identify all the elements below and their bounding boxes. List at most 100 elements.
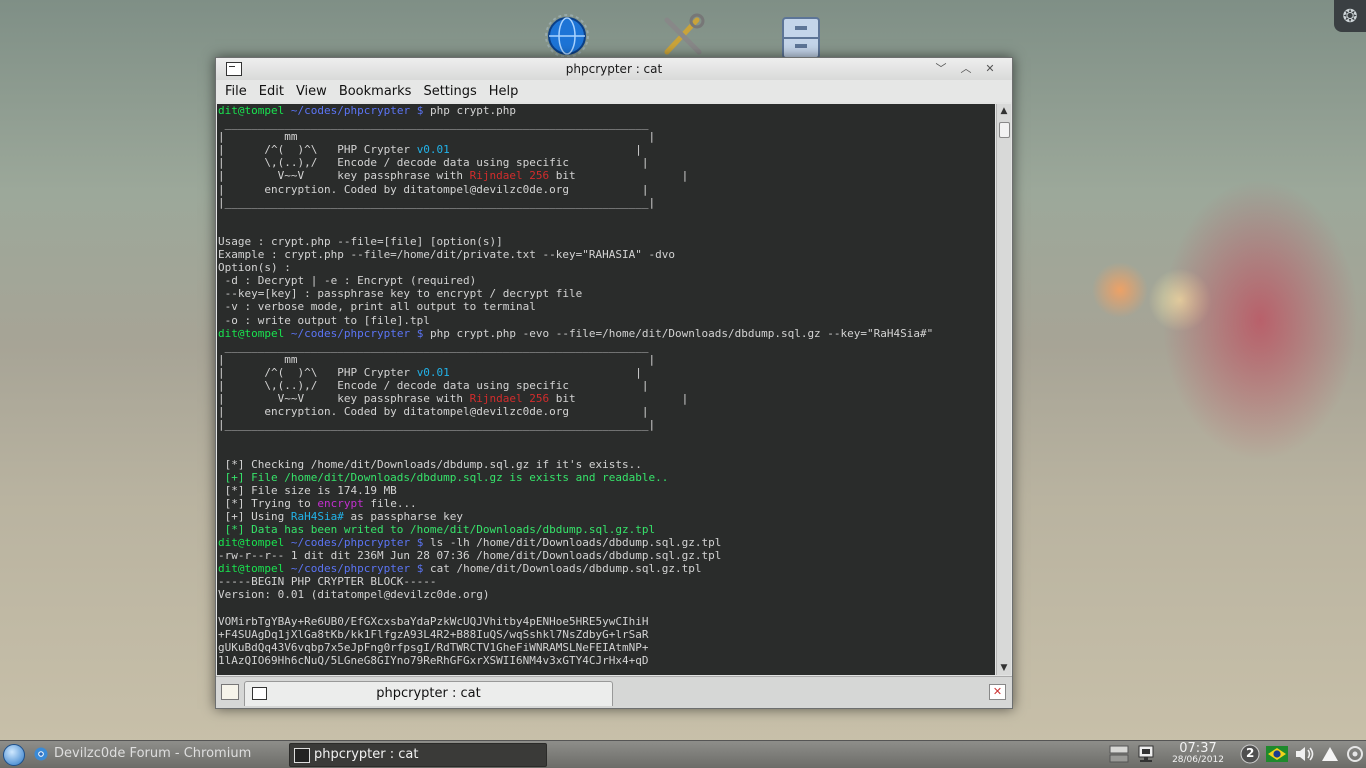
minimize-button[interactable]: ﹀ bbox=[932, 61, 950, 76]
cashew-icon[interactable]: ❂ bbox=[1334, 0, 1366, 32]
banner-line: | \,(..),/ Encode / decode data using sp… bbox=[218, 156, 649, 170]
cat-output-line: VOMirbTgYBAy+Re6UB0/EfGXcxsbaYdaPzkWcUQJ… bbox=[218, 614, 649, 628]
ls-output: -rw-r--r-- 1 dit dit 236M Jun 28 07:36 /… bbox=[218, 549, 722, 563]
menubar: File Edit View Bookmarks Settings Help bbox=[216, 80, 1012, 102]
usage-line: Option(s) : bbox=[218, 261, 291, 275]
menu-view[interactable]: View bbox=[290, 84, 333, 99]
status-checking: [*] Checking /home/dit/Downloads/dbdump.… bbox=[218, 457, 642, 471]
tools-icon[interactable] bbox=[659, 12, 707, 58]
task-konsole[interactable]: phpcrypter : cat bbox=[289, 743, 547, 767]
status-exists: [+] File /home/dit/Downloads/dbdump.sql.… bbox=[218, 470, 669, 484]
banner-line: | V~~V key passphrase with bbox=[218, 169, 470, 183]
status-size: [*] File size is 174.19 MB bbox=[218, 483, 397, 497]
banner-line: | \,(..),/ Encode / decode data using sp… bbox=[218, 378, 649, 392]
banner-line: | /^( )^\ PHP Crypter bbox=[218, 143, 417, 157]
prompt-user: dit@tompel bbox=[218, 104, 285, 117]
menu-file[interactable]: File bbox=[219, 84, 253, 99]
banner-line: | V~~V key passphrase with bbox=[218, 392, 470, 406]
command-4: cat /home/dit/Downloads/dbdump.sql.gz.tp… bbox=[429, 562, 702, 576]
status-key-word: RaH4Sia# bbox=[290, 509, 344, 523]
status-written: [*] Data has been writed to /home/dit/Do… bbox=[218, 523, 656, 536]
clock[interactable]: 07:37 28/06/2012 bbox=[1168, 741, 1228, 766]
usage-line: -v : verbose mode, print all output to t… bbox=[218, 300, 536, 314]
banner-rijndael: Rijndael 256 bbox=[469, 169, 550, 183]
menu-settings[interactable]: Settings bbox=[417, 84, 482, 99]
window-title: phpcrypter : cat bbox=[565, 62, 663, 76]
banner-border-top: ________________________________________… bbox=[218, 339, 649, 353]
status-using: [+] Using bbox=[218, 509, 291, 523]
terminal-scrollbar[interactable]: ▲ ▼ bbox=[996, 104, 1011, 675]
cat-output-line: 1lAzQIO69Hh6cNuQ/5LGneG8GIYno79ReRhGFGxr… bbox=[218, 653, 649, 667]
banner-version: v0.01 bbox=[416, 365, 450, 379]
task-label: Devilzc0de Forum - Chromium bbox=[54, 746, 252, 761]
banner-line: bit | bbox=[549, 392, 689, 406]
prompt-user: dit@tompel bbox=[218, 536, 285, 550]
kde-menu-icon[interactable] bbox=[3, 744, 25, 766]
menu-help[interactable]: Help bbox=[483, 84, 525, 99]
menu-edit[interactable]: Edit bbox=[253, 84, 290, 99]
scroll-thumb[interactable] bbox=[999, 122, 1010, 138]
cat-output-line: Version: 0.01 (ditatompel@devilzc0de.org… bbox=[218, 588, 490, 602]
usage-line: -d : Decrypt | -e : Encrypt (required) bbox=[218, 274, 477, 288]
usage-line: --key=[key] : passphrase key to encrypt … bbox=[218, 287, 583, 301]
volume-icon[interactable] bbox=[1294, 744, 1316, 764]
terminal-output[interactable]: dit@tompel ~/codes/phpcrypter $ php cryp… bbox=[217, 104, 995, 675]
banner-border-top: ________________________________________… bbox=[218, 117, 649, 131]
banner-line: | mm | bbox=[218, 130, 656, 144]
banner-border-bottom: |_______________________________________… bbox=[218, 418, 656, 432]
command-3: ls -lh /home/dit/Downloads/dbdump.sql.gz… bbox=[429, 536, 722, 550]
banner-line: bit | bbox=[549, 169, 689, 183]
tab-label: phpcrypter : cat bbox=[376, 686, 481, 701]
task-chromium[interactable]: Devilzc0de Forum - Chromium bbox=[30, 743, 285, 765]
command-1: php crypt.php bbox=[429, 104, 517, 117]
scroll-up-arrow-icon[interactable]: ▲ bbox=[997, 104, 1011, 118]
status-trying: file... bbox=[363, 496, 417, 510]
prompt-symbol: $ bbox=[416, 326, 424, 340]
desktop-number: 2 bbox=[1246, 746, 1255, 760]
banner-line: | encryption. Coded by ditatompel@devilz… bbox=[218, 182, 649, 196]
prompt-symbol: $ bbox=[416, 104, 424, 117]
banner-rijndael: Rijndael 256 bbox=[469, 392, 550, 406]
prompt-user: dit@tompel bbox=[218, 562, 285, 576]
taskbar: Devilzc0de Forum - Chromium phpcrypter :… bbox=[0, 740, 1366, 768]
network-icon[interactable] bbox=[1136, 744, 1156, 764]
scroll-down-arrow-icon[interactable]: ▼ bbox=[997, 661, 1011, 675]
pager-icon[interactable] bbox=[1109, 744, 1129, 764]
prompt-symbol: $ bbox=[416, 536, 424, 550]
clock-time: 07:37 bbox=[1179, 741, 1217, 756]
clock-date: 28/06/2012 bbox=[1172, 755, 1224, 765]
tab-bar: phpcrypter : cat ✕ bbox=[216, 676, 1012, 708]
close-button[interactable]: ✕ bbox=[981, 61, 999, 76]
file-cabinet-icon[interactable] bbox=[777, 12, 825, 59]
cat-output-line: -----BEGIN PHP CRYPTER BLOCK----- bbox=[218, 575, 437, 589]
banner-line: | mm | bbox=[218, 352, 656, 366]
cashew-panel-icon[interactable] bbox=[1346, 744, 1364, 764]
command-2: php crypt.php -evo --file=/home/dit/Down… bbox=[429, 326, 934, 340]
konsole-window: phpcrypter : cat ﹀ ︿ ✕ File Edit View Bo… bbox=[215, 57, 1013, 709]
maximize-button[interactable]: ︿ bbox=[957, 61, 975, 76]
new-tab-button[interactable] bbox=[221, 684, 239, 700]
menu-bookmarks[interactable]: Bookmarks bbox=[333, 84, 418, 99]
window-titlebar[interactable]: phpcrypter : cat ﹀ ︿ ✕ bbox=[216, 58, 1012, 80]
prompt-path: ~/codes/phpcrypter bbox=[290, 326, 411, 340]
banner-line: | bbox=[449, 365, 642, 379]
banner-line: | bbox=[449, 143, 642, 157]
prompt-path: ~/codes/phpcrypter bbox=[290, 104, 411, 117]
brazil-flag-icon[interactable] bbox=[1266, 744, 1288, 764]
usage-line: -o : write output to [file].tpl bbox=[218, 313, 430, 327]
task-label: phpcrypter : cat bbox=[314, 747, 419, 762]
banner-border-bottom: |_______________________________________… bbox=[218, 195, 656, 209]
globe-icon[interactable] bbox=[543, 12, 591, 58]
prompt-user: dit@tompel bbox=[218, 326, 285, 340]
status-trying: [*] Trying to bbox=[218, 496, 318, 510]
chromium-icon bbox=[34, 747, 48, 761]
terminal-icon bbox=[294, 748, 310, 763]
banner-line: | encryption. Coded by ditatompel@devilz… bbox=[218, 405, 649, 419]
banner-line: | /^( )^\ PHP Crypter bbox=[218, 365, 417, 379]
cat-output-line: gUKuBdQq43V6vqbp7x5eJpFng0rfpsgI/RdTWRCT… bbox=[218, 640, 649, 654]
usage-line: Usage : crypt.php --file=[file] [option(… bbox=[218, 234, 503, 248]
notifications-arrow-icon[interactable] bbox=[1321, 744, 1339, 764]
close-tab-button[interactable]: ✕ bbox=[989, 684, 1006, 700]
tab-phpcrypter[interactable]: phpcrypter : cat bbox=[244, 681, 613, 706]
desktop-switcher[interactable]: 2 bbox=[1240, 744, 1260, 764]
